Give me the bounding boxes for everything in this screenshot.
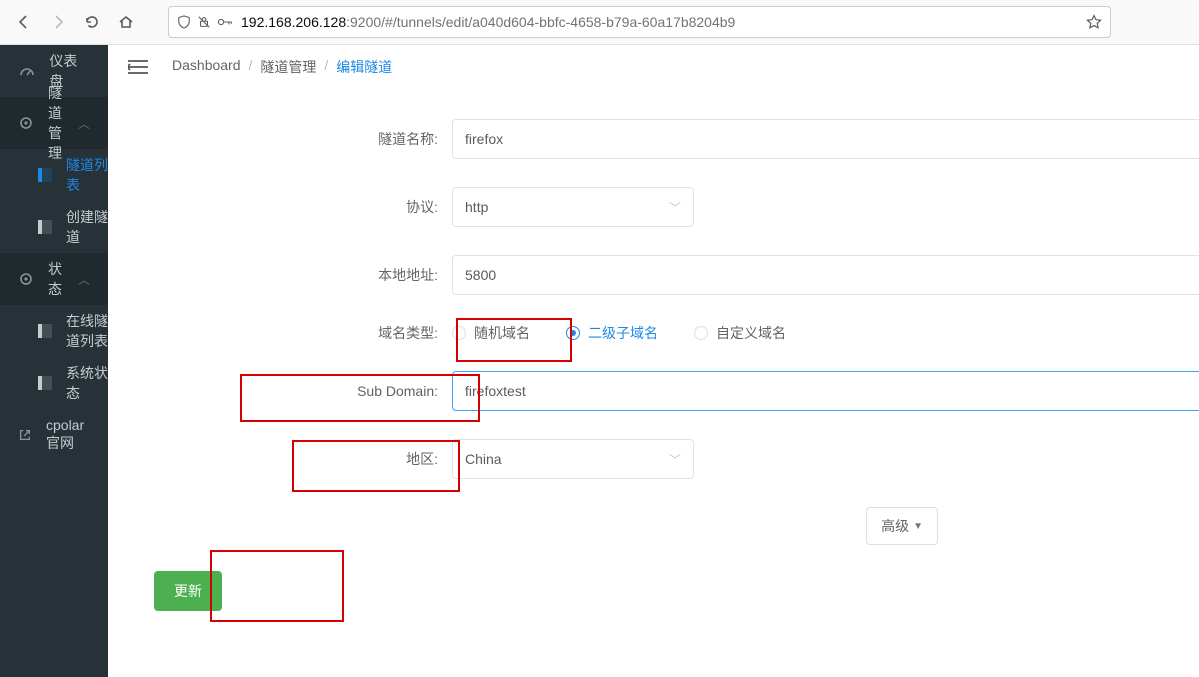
breadcrumb-item[interactable]: Dashboard xyxy=(172,57,241,77)
sidebar-item-label: 状态 xyxy=(48,259,64,299)
sidebar-item-label: 创建隧道 xyxy=(66,207,108,247)
tunnel-name-input[interactable] xyxy=(452,119,1199,159)
address-bar[interactable]: 192.168.206.128:9200/#/tunnels/edit/a040… xyxy=(168,6,1111,38)
sidebar-item-create-tunnel[interactable]: 创建隧道 xyxy=(0,201,108,253)
region-select[interactable]: China ﹀ xyxy=(452,439,694,479)
breadcrumb-item[interactable]: 隧道管理 xyxy=(260,57,316,77)
grid-icon xyxy=(38,168,52,182)
sidebar-item-label: 系统状态 xyxy=(66,363,108,403)
protocol-label: 协议: xyxy=(124,197,452,217)
chevron-down-icon: ﹀ xyxy=(669,199,681,216)
breadcrumb-current: 编辑隧道 xyxy=(336,57,392,77)
sidebar-item-label: 隧道列表 xyxy=(66,155,108,195)
circle-icon xyxy=(18,115,34,131)
lock-slash-icon xyxy=(197,15,211,29)
sidebar-item-label: 在线隧道列表 xyxy=(66,311,108,351)
radio-label: 二级子域名 xyxy=(588,323,658,343)
chevron-down-icon: ﹀ xyxy=(669,451,681,468)
radio-random-domain[interactable]: 随机域名 xyxy=(452,323,530,343)
grid-icon xyxy=(38,324,52,338)
nav-buttons xyxy=(8,6,142,38)
protocol-select[interactable]: http ﹀ xyxy=(452,187,694,227)
sidebar-item-online-list[interactable]: 在线隧道列表 xyxy=(0,305,108,357)
radio-label: 自定义域名 xyxy=(716,323,786,343)
breadcrumb-sep: / xyxy=(324,57,328,77)
caret-down-icon: ▼ xyxy=(913,521,923,532)
grid-icon xyxy=(38,376,52,390)
edit-tunnel-form: 隧道名称: 协议: http ﹀ 本地地址: 域名类型: 随机域名 二级子域名 自… xyxy=(108,89,1199,611)
sidebar-item-cpolar[interactable]: cpolar官网 xyxy=(0,409,108,461)
external-link-icon xyxy=(18,428,32,442)
chevron-up-icon: ︿ xyxy=(78,115,90,132)
radio-subdomain[interactable]: 二级子域名 xyxy=(566,323,658,343)
advanced-label: 高级 xyxy=(881,516,909,536)
sidebar-item-tunnel-mgmt[interactable]: 隧道管理 ︿ xyxy=(0,97,108,149)
key-icon xyxy=(217,15,233,29)
tunnel-name-label: 隧道名称: xyxy=(124,129,452,149)
sidebar-item-status[interactable]: 状态 ︿ xyxy=(0,253,108,305)
protocol-value: http xyxy=(465,199,488,215)
menu-collapse-button[interactable] xyxy=(128,55,152,79)
back-button[interactable] xyxy=(8,6,40,38)
reload-button[interactable] xyxy=(76,6,108,38)
home-button[interactable] xyxy=(110,6,142,38)
sidebar: 仪表盘 隧道管理 ︿ 隧道列表 创建隧道 状态 ︿ 在线隧道列表 xyxy=(0,45,108,677)
sidebar-item-tunnel-list[interactable]: 隧道列表 xyxy=(0,149,108,201)
chevron-up-icon: ︿ xyxy=(78,271,90,288)
breadcrumb: Dashboard / 隧道管理 / 编辑隧道 xyxy=(172,57,392,77)
sidebar-item-sys-status[interactable]: 系统状态 xyxy=(0,357,108,409)
sidebar-item-label: cpolar官网 xyxy=(46,417,90,453)
subdomain-input[interactable] xyxy=(452,371,1199,411)
grid-icon xyxy=(38,220,52,234)
gauge-icon xyxy=(18,63,35,79)
local-addr-label: 本地地址: xyxy=(124,265,452,285)
url-text: 192.168.206.128:9200/#/tunnels/edit/a040… xyxy=(241,14,735,30)
subdomain-label: Sub Domain: xyxy=(124,383,452,399)
breadcrumb-sep: / xyxy=(249,57,253,77)
shield-icon xyxy=(177,15,191,29)
circle-icon xyxy=(18,271,34,287)
radio-custom-domain[interactable]: 自定义域名 xyxy=(694,323,786,343)
forward-button[interactable] xyxy=(42,6,74,38)
region-label: 地区: xyxy=(124,449,452,469)
region-value: China xyxy=(465,451,502,467)
bookmark-star-icon[interactable] xyxy=(1086,14,1102,30)
update-button[interactable]: 更新 xyxy=(154,571,222,611)
advanced-button[interactable]: 高级 ▼ xyxy=(866,507,938,545)
domain-type-label: 域名类型: xyxy=(124,323,452,343)
browser-toolbar: 192.168.206.128:9200/#/tunnels/edit/a040… xyxy=(0,0,1199,45)
radio-label: 随机域名 xyxy=(474,323,530,343)
local-addr-input[interactable] xyxy=(452,255,1199,295)
content-area: Dashboard / 隧道管理 / 编辑隧道 隧道名称: 协议: http ﹀ … xyxy=(108,45,1199,677)
